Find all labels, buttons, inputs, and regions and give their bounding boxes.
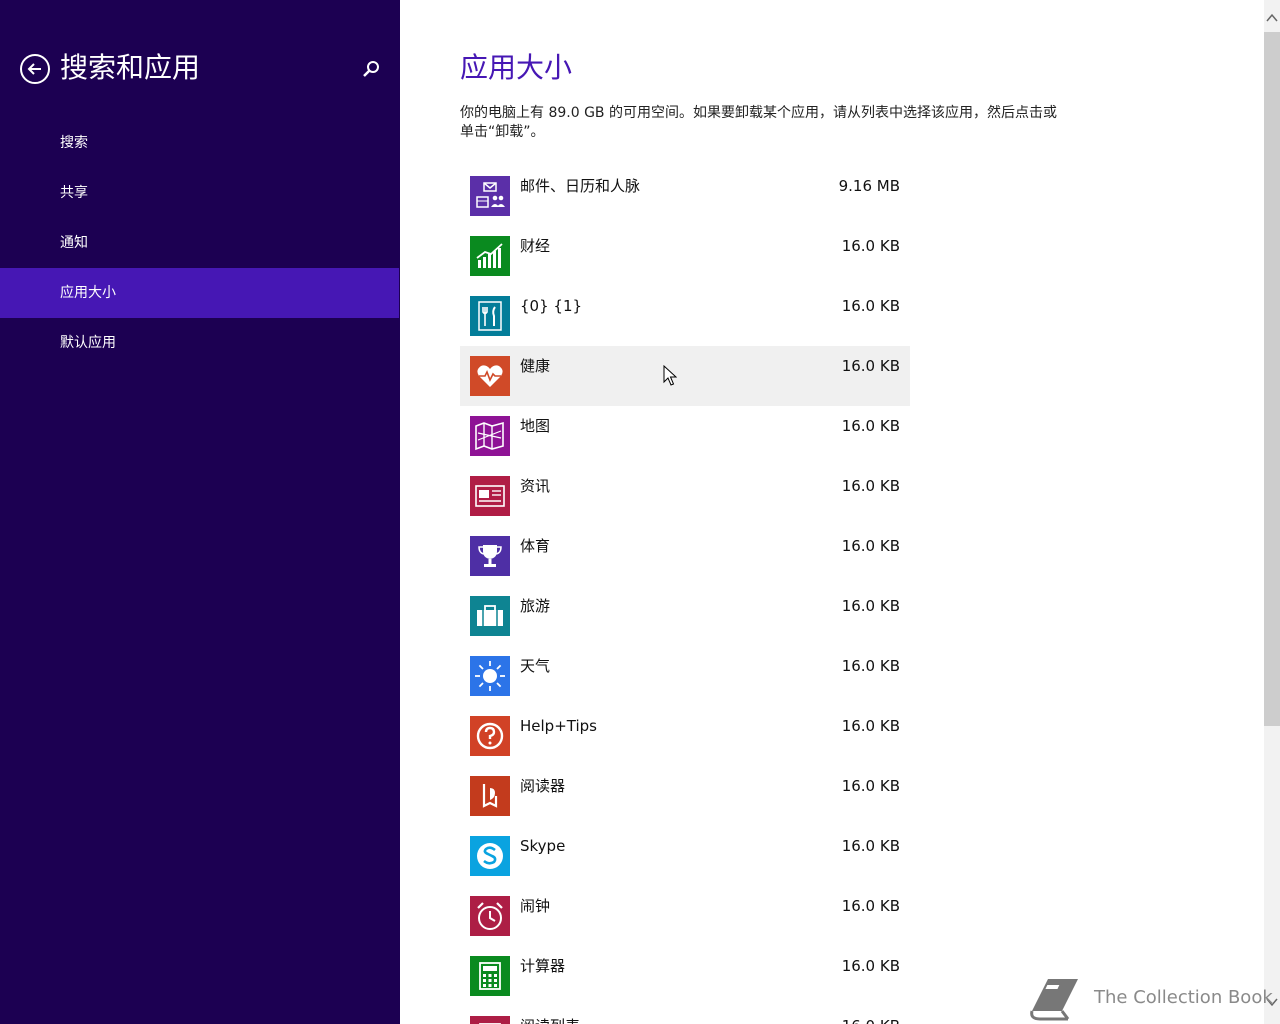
nav-item-search[interactable]: 搜索 — [0, 118, 400, 168]
page-title: 应用大小 — [460, 51, 573, 84]
app-size: 16.0 KB — [841, 837, 900, 855]
app-row-help-tips[interactable]: Help+Tips 16.0 KB — [460, 706, 910, 766]
app-row-finance[interactable]: 财经 16.0 KB — [460, 226, 910, 286]
app-list: 邮件、日历和人脉 9.16 MB 财经 16.0 KB {0} {1} 16.0… — [460, 166, 910, 1024]
app-row-reader[interactable]: 阅读器 16.0 KB — [460, 766, 910, 826]
nav-item-default-apps[interactable]: 默认应用 — [0, 318, 400, 368]
app-size: 16.0 KB — [841, 357, 900, 375]
app-name: 阅读器 — [520, 777, 566, 795]
watermark: The Collection Book — [1028, 975, 1273, 1023]
app-size: 16.0 KB — [841, 297, 900, 315]
settings-nav: 搜索 共享 通知 应用大小 默认应用 — [0, 118, 400, 368]
search-button[interactable] — [360, 58, 382, 80]
reader-icon — [470, 776, 510, 816]
reading-list-icon — [470, 1016, 510, 1024]
travel-suitcase-icon — [470, 596, 510, 636]
app-row-health[interactable]: 健康 16.0 KB — [460, 346, 910, 406]
mouse-pointer-icon — [663, 364, 678, 387]
app-size: 16.0 KB — [841, 897, 900, 915]
map-icon — [470, 416, 510, 456]
food-fork-knife-icon — [470, 296, 510, 336]
app-row-sports[interactable]: 体育 16.0 KB — [460, 526, 910, 586]
app-name: 天气 — [520, 657, 551, 675]
app-size: 16.0 KB — [841, 597, 900, 615]
app-size: 16.0 KB — [841, 957, 900, 975]
free-space-description: 你的电脑上有 89.0 GB 的可用空间。如果要卸载某个应用，请从列表中选择该应… — [460, 105, 1057, 140]
news-icon — [470, 476, 510, 516]
app-size: 16.0 KB — [842, 1016, 900, 1024]
app-size: 16.0 KB — [841, 657, 900, 675]
app-name: 资讯 — [520, 477, 551, 495]
app-row-weather[interactable]: 天气 16.0 KB — [460, 646, 910, 706]
calculator-icon — [470, 956, 510, 996]
app-name: 旅游 — [520, 597, 551, 615]
app-name: 地图 — [520, 417, 551, 435]
sports-trophy-icon — [470, 536, 510, 576]
app-size: 16.0 KB — [841, 777, 900, 795]
vertical-scrollbar[interactable] — [1264, 0, 1280, 1024]
app-name: Skype — [520, 837, 566, 855]
app-name: 闹钟 — [520, 897, 551, 915]
app-name: 体育 — [520, 537, 551, 555]
app-row-maps[interactable]: 地图 16.0 KB — [460, 406, 910, 466]
book-icon — [1030, 979, 1078, 1021]
app-row-news[interactable]: 资讯 16.0 KB — [460, 466, 910, 526]
scrollbar-thumb[interactable] — [1264, 32, 1280, 726]
app-name: 邮件、日历和人脉 — [520, 177, 641, 195]
app-row-alarms[interactable]: 闹钟 16.0 KB — [460, 886, 910, 946]
alarm-clock-icon — [470, 896, 510, 936]
pane-title: 搜索和应用 — [60, 51, 201, 84]
app-row-mail[interactable]: 邮件、日历和人脉 9.16 MB — [460, 166, 910, 226]
app-name: {0} {1} — [520, 297, 583, 315]
app-size: 16.0 KB — [841, 417, 900, 435]
weather-sun-icon — [470, 656, 510, 696]
nav-item-share[interactable]: 共享 — [0, 168, 400, 218]
app-name: 财经 — [520, 237, 551, 255]
app-name: Help+Tips — [520, 717, 597, 735]
skype-icon — [470, 836, 510, 876]
app-name: 阅读列表 — [520, 1016, 580, 1024]
nav-item-app-sizes[interactable]: 应用大小 — [0, 268, 399, 318]
app-size: 16.0 KB — [841, 537, 900, 555]
app-row-reading-list[interactable]: 阅读列表 16.0 KB — [460, 1006, 910, 1024]
finance-chart-icon — [470, 236, 510, 276]
app-size: 16.0 KB — [841, 717, 900, 735]
app-row-travel[interactable]: 旅游 16.0 KB — [460, 586, 910, 646]
app-size: 16.0 KB — [841, 477, 900, 495]
mail-calendar-people-icon — [470, 176, 510, 216]
watermark-text: The Collection Book — [1094, 987, 1273, 1008]
app-name: 健康 — [520, 357, 551, 375]
app-row-food[interactable]: {0} {1} 16.0 KB — [460, 286, 910, 346]
back-arrow-icon — [27, 63, 41, 75]
app-row-skype[interactable]: Skype 16.0 KB — [460, 826, 910, 886]
app-row-calculator[interactable]: 计算器 16.0 KB — [460, 946, 910, 1006]
search-icon — [363, 61, 379, 77]
settings-left-pane: 搜索和应用 搜索 共享 通知 应用大小 默认应用 — [0, 0, 400, 1024]
help-question-icon — [470, 716, 510, 756]
app-sizes-content: 应用大小 你的电脑上有 89.0 GB 的可用空间。如果要卸载某个应用，请从列表… — [400, 0, 1264, 1024]
app-name: 计算器 — [520, 957, 566, 975]
health-heart-icon — [470, 356, 510, 396]
scroll-up-arrow-icon[interactable] — [1264, 10, 1280, 26]
back-button[interactable] — [20, 54, 50, 84]
app-size: 16.0 KB — [841, 237, 900, 255]
nav-item-notifications[interactable]: 通知 — [0, 218, 400, 268]
app-size: 9.16 MB — [838, 177, 900, 195]
